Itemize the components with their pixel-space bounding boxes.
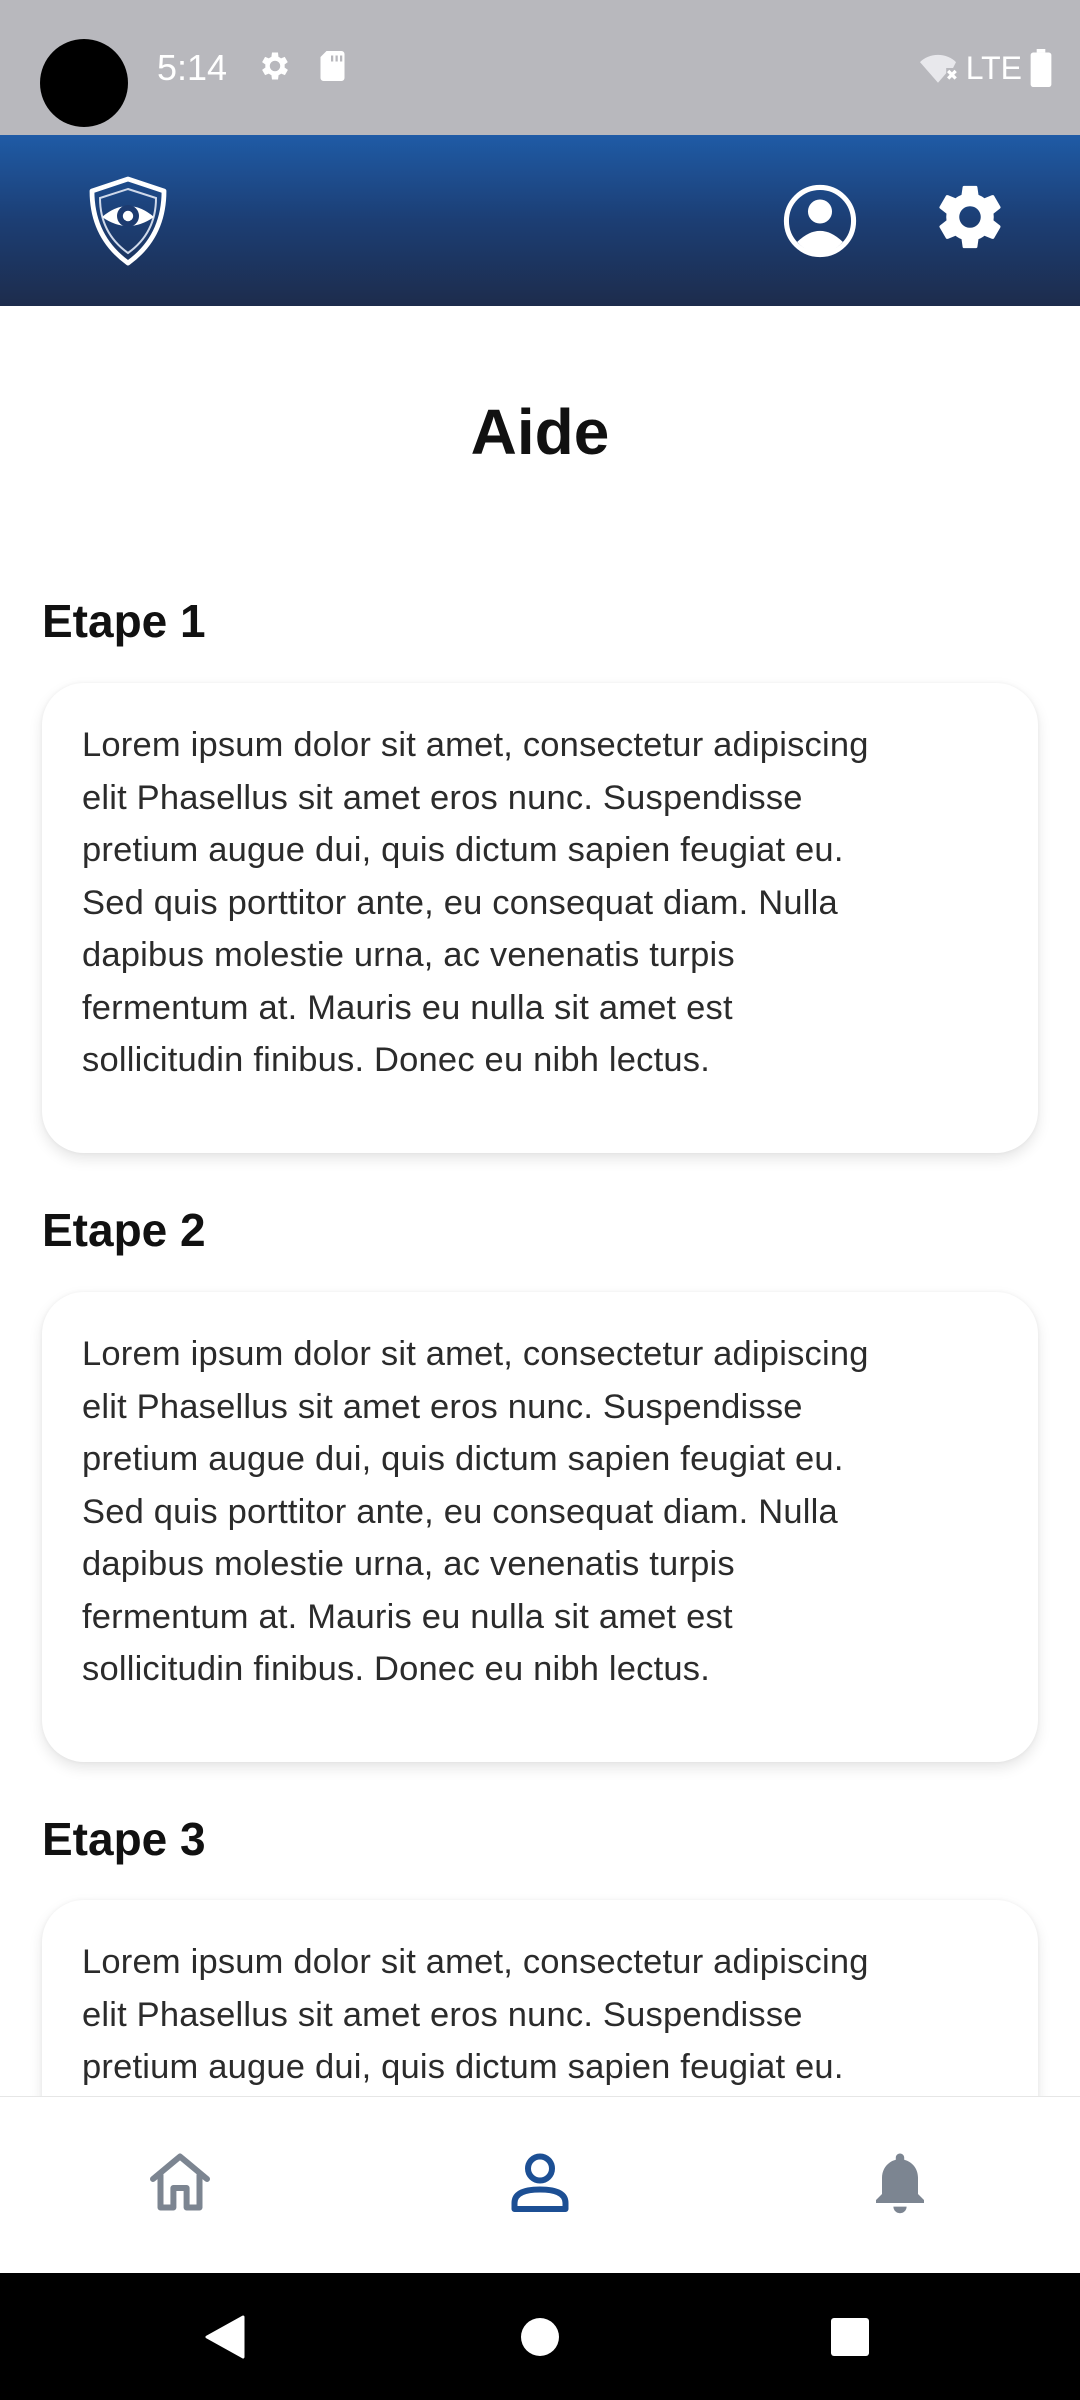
page-title: Aide <box>470 396 610 468</box>
step-3-title: Etape 3 <box>42 1813 206 1865</box>
step-2-title: Etape 2 <box>42 1204 206 1256</box>
recents-button[interactable] <box>790 2273 910 2400</box>
back-button[interactable] <box>165 2273 285 2400</box>
step-2-text: Lorem ipsum dolor sit amet, consectetur … <box>82 1335 869 1688</box>
nav-notifications[interactable] <box>855 2137 945 2227</box>
recents-square-icon <box>831 2317 869 2356</box>
back-triangle-icon <box>205 2315 245 2358</box>
home-button[interactable] <box>480 2273 600 2400</box>
status-time: 5:14 <box>157 47 228 88</box>
step-1-card: Lorem ipsum dolor sit amet, consectetur … <box>42 683 1038 1153</box>
sd-card-icon <box>320 51 345 81</box>
gear-icon[interactable] <box>936 183 1004 251</box>
home-icon <box>150 2153 210 2211</box>
settings-status-icon <box>262 52 288 80</box>
step-1-title: Etape 1 <box>42 595 206 647</box>
bottom-navigation <box>0 2096 1080 2274</box>
battery-icon <box>1030 49 1052 87</box>
step-2-card: Lorem ipsum dolor sit amet, consectetur … <box>42 1292 1038 1762</box>
app-header <box>0 135 1080 306</box>
wifi-off-icon <box>919 54 957 83</box>
nav-profile[interactable] <box>495 2137 585 2227</box>
status-bar: 5:14 LTE <box>0 0 1080 135</box>
camera-cutout <box>40 39 128 127</box>
step-3-text: Lorem ipsum dolor sit amet, consectetur … <box>82 1943 869 2086</box>
network-type: LTE <box>965 50 1022 86</box>
home-circle-icon <box>521 2317 559 2356</box>
status-right-group: LTE <box>918 44 1052 92</box>
nav-home[interactable] <box>135 2137 225 2227</box>
user-circle-icon[interactable] <box>782 183 858 259</box>
user-icon <box>511 2153 569 2212</box>
shield-eye-icon <box>89 176 167 266</box>
system-navigation-bar <box>0 2273 1080 2400</box>
bell-icon <box>876 2153 924 2214</box>
step-1-text: Lorem ipsum dolor sit amet, consectetur … <box>82 726 869 1079</box>
